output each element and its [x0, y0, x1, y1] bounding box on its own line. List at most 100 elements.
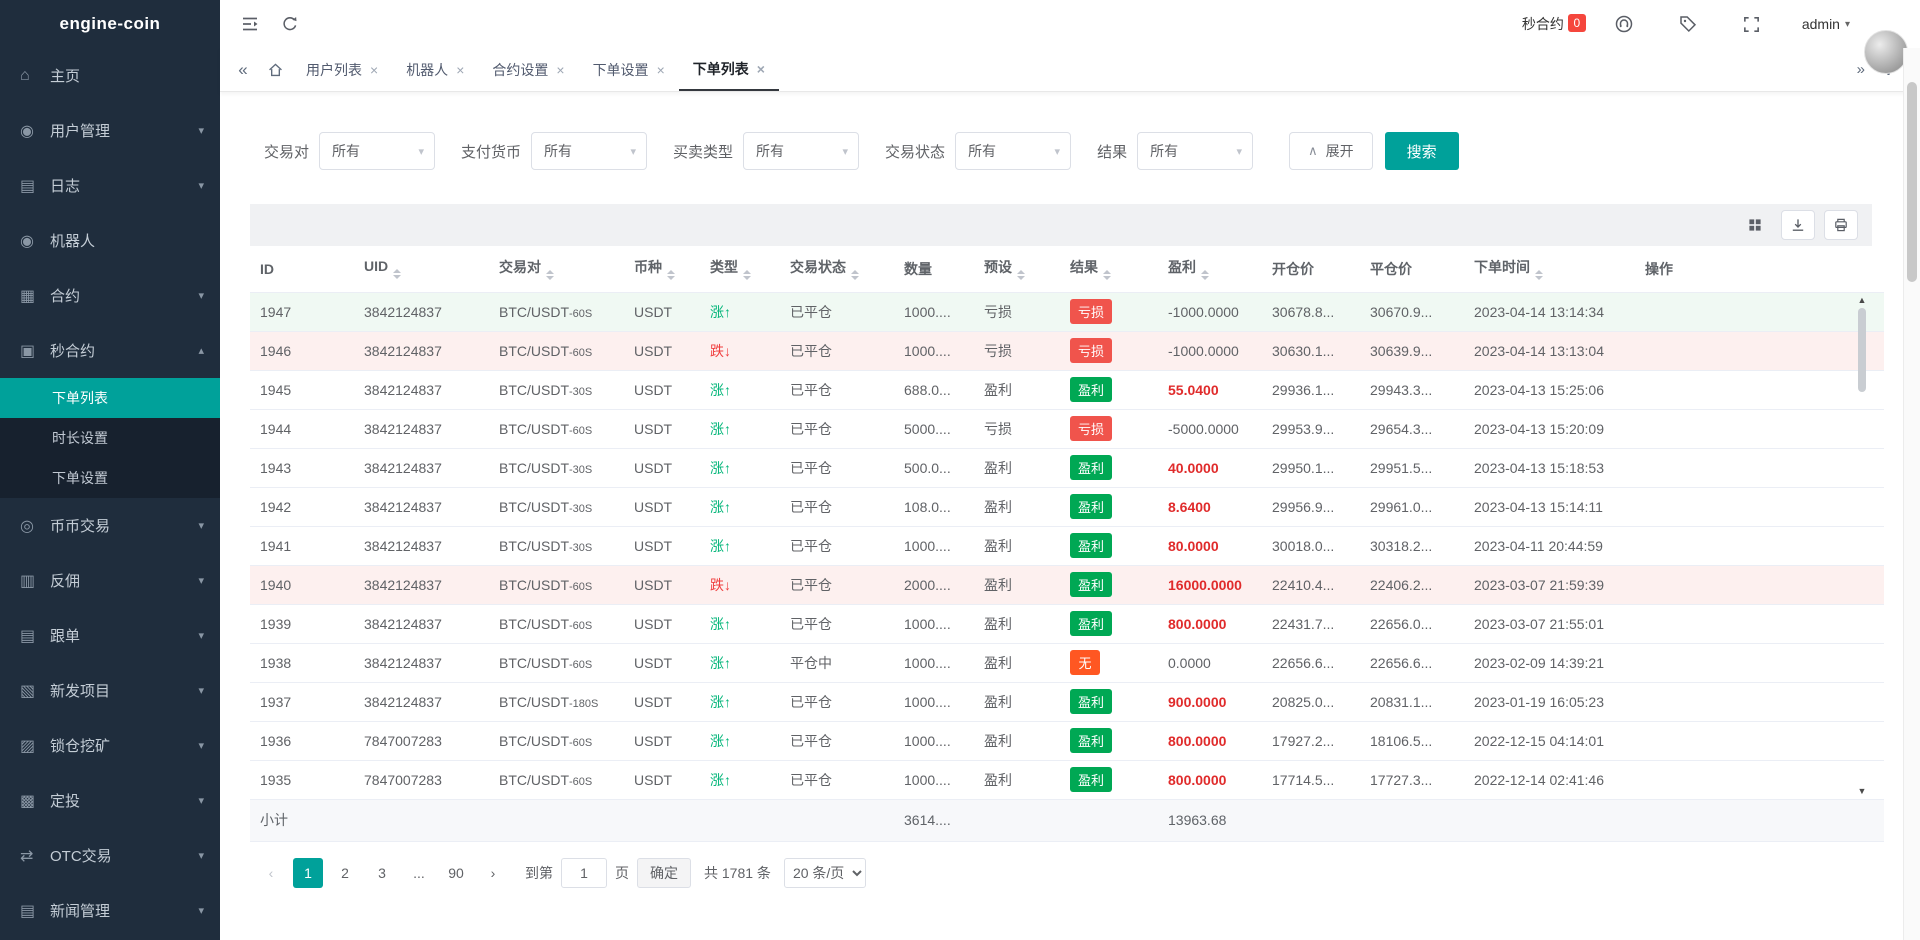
- sort-icon[interactable]: [1201, 270, 1209, 281]
- filter-select[interactable]: 所有 ▾: [743, 132, 860, 170]
- sidebar-item-label: 跟单: [50, 628, 81, 645]
- cell-pair: BTC/USDT-60S: [489, 409, 624, 449]
- sidebar-item-user[interactable]: ◉ 用户管理 ▾: [0, 103, 220, 158]
- sidebar-subitem[interactable]: 下单列表: [0, 378, 220, 418]
- sidebar-item-newproj[interactable]: ▧ 新发项目 ▾: [0, 663, 220, 718]
- sidebar-item-robot[interactable]: ◉ 机器人: [0, 213, 220, 268]
- tag-icon[interactable]: [1674, 10, 1702, 38]
- sort-icon[interactable]: [393, 269, 402, 280]
- table-row: 1935 7847007283 BTC/USDT-60S USDT 涨↑ 已平仓 1000.…: [250, 760, 1884, 800]
- fullscreen-icon[interactable]: [1738, 10, 1766, 38]
- sidebar-subitem[interactable]: 下单设置: [0, 458, 220, 498]
- cell-close-price: 29654.3...: [1360, 409, 1464, 449]
- sort-icon[interactable]: [743, 270, 751, 281]
- close-icon[interactable]: ×: [456, 62, 464, 78]
- sidebar-item-otc[interactable]: ⇄ OTC交易 ▾: [0, 828, 220, 883]
- cell-preset: 盈利: [974, 643, 1060, 683]
- sidebar-item-follow[interactable]: ▤ 跟单 ▾: [0, 608, 220, 663]
- sort-icon[interactable]: [1017, 270, 1025, 281]
- close-icon[interactable]: ×: [757, 61, 765, 77]
- page-jump-input[interactable]: [561, 857, 607, 888]
- sort-icon[interactable]: [1535, 270, 1543, 281]
- tab[interactable]: 下单设置 ×: [579, 48, 679, 91]
- sidebar-item-lock[interactable]: ▨ 锁仓挖矿 ▾: [0, 718, 220, 773]
- seconds-contract-shortcut[interactable]: 秒合约 0: [1522, 14, 1586, 34]
- tab[interactable]: 用户列表 ×: [292, 48, 392, 91]
- scroll-down-icon[interactable]: ▼: [1858, 786, 1867, 796]
- refresh-icon[interactable]: [276, 10, 304, 38]
- sort-icon[interactable]: [851, 270, 859, 281]
- user-menu[interactable]: admin ▾: [1802, 16, 1850, 32]
- sidebar-item-home[interactable]: ⌂ 主页: [0, 48, 220, 103]
- cell-preset: 盈利: [974, 565, 1060, 605]
- print-button[interactable]: [1824, 210, 1858, 240]
- page-button[interactable]: 90: [441, 858, 471, 888]
- page-scrollbar[interactable]: [1903, 48, 1920, 940]
- export-button[interactable]: [1781, 210, 1815, 240]
- cell-result: 盈利: [1060, 565, 1158, 605]
- column-header-结果[interactable]: 结果: [1060, 246, 1158, 293]
- sidebar-toggle-icon[interactable]: [236, 10, 264, 38]
- column-header-币种[interactable]: 币种: [624, 246, 700, 293]
- sidebar-item-rebate[interactable]: ▥ 反佣 ▾: [0, 553, 220, 608]
- sidebar-item-label: 锁仓挖矿: [50, 738, 111, 755]
- density-button[interactable]: [1738, 210, 1772, 240]
- column-header-预设[interactable]: 预设: [974, 246, 1060, 293]
- cell-id: 1939: [250, 604, 354, 644]
- home-tab-icon[interactable]: [258, 61, 292, 78]
- sidebar-item-news[interactable]: ▤ 新闻管理 ▾: [0, 883, 220, 938]
- filter-select[interactable]: 所有 ▾: [955, 132, 1072, 170]
- column-header-交易对[interactable]: 交易对: [489, 246, 624, 293]
- chevron-down-icon: ▾: [842, 145, 849, 158]
- sidebar-subitem[interactable]: 时长设置: [0, 418, 220, 458]
- support-icon[interactable]: [1610, 10, 1638, 38]
- tabs-scroll-right-icon[interactable]: »: [1857, 61, 1865, 78]
- cell-result: 盈利: [1060, 604, 1158, 644]
- close-icon[interactable]: ×: [556, 62, 564, 78]
- sidebar-item-contract[interactable]: ▦ 合约 ▾: [0, 268, 220, 323]
- page-size-select[interactable]: 20 条/页: [783, 857, 866, 888]
- column-header-盈利[interactable]: 盈利: [1158, 246, 1262, 293]
- page-jump: 到第 页 确定: [525, 857, 691, 888]
- filter-select[interactable]: 所有 ▾: [1137, 132, 1254, 170]
- column-header-下单时间[interactable]: 下单时间: [1464, 246, 1635, 293]
- search-button[interactable]: 搜索: [1384, 132, 1459, 170]
- collapse-filters-button[interactable]: ∧ 展开: [1289, 132, 1373, 170]
- page-button[interactable]: 2: [330, 858, 360, 888]
- jump-confirm-button[interactable]: 确定: [637, 857, 691, 888]
- page-button[interactable]: 1: [293, 857, 323, 888]
- tab[interactable]: 机器人 ×: [392, 48, 478, 91]
- page-button[interactable]: 3: [367, 858, 397, 888]
- avatar[interactable]: [1864, 30, 1908, 74]
- next-page-button[interactable]: ›: [478, 858, 508, 888]
- column-header-UID[interactable]: UID: [354, 246, 489, 293]
- tab[interactable]: 下单列表 ×: [678, 48, 779, 91]
- filter-select[interactable]: 所有 ▾: [319, 132, 436, 170]
- cell-pair: BTC/USDT-60S: [489, 721, 624, 761]
- column-header-开仓价: 开仓价: [1262, 246, 1360, 293]
- sort-icon[interactable]: [667, 270, 675, 281]
- scroll-up-icon[interactable]: ▲: [1858, 296, 1867, 305]
- cell-status: 已平仓: [780, 682, 894, 722]
- page-scroll-thumb[interactable]: [1907, 82, 1917, 282]
- sidebar-item-invest[interactable]: ▩ 定投 ▾: [0, 773, 220, 828]
- cell-uid: 3842124837: [354, 370, 489, 410]
- scroll-thumb[interactable]: [1858, 308, 1866, 392]
- result-badge: 亏损: [1070, 338, 1113, 363]
- column-header-类型[interactable]: 类型: [700, 246, 780, 293]
- close-icon[interactable]: ×: [370, 62, 378, 78]
- filter-select[interactable]: 所有 ▾: [531, 132, 648, 170]
- sidebar-item-seconds[interactable]: ▣ 秒合约 ▴: [0, 323, 220, 378]
- robot-icon: ◉: [20, 232, 34, 250]
- tab[interactable]: 合约设置 ×: [478, 48, 578, 91]
- tabs-scroll-left-icon[interactable]: «: [228, 60, 258, 80]
- table-scrollbar[interactable]: ▲ ▼: [1854, 294, 1870, 798]
- column-header-交易状态[interactable]: 交易状态: [780, 246, 894, 293]
- cell-qty: 1000....: [894, 526, 974, 566]
- sidebar-item-coin[interactable]: ◎ 币币交易 ▾: [0, 498, 220, 553]
- close-icon[interactable]: ×: [657, 62, 665, 78]
- sidebar-item-log[interactable]: ▤ 日志 ▾: [0, 158, 220, 213]
- sort-icon[interactable]: [1103, 270, 1111, 281]
- prev-page-button[interactable]: ‹: [256, 858, 286, 888]
- sort-icon[interactable]: [546, 270, 554, 281]
